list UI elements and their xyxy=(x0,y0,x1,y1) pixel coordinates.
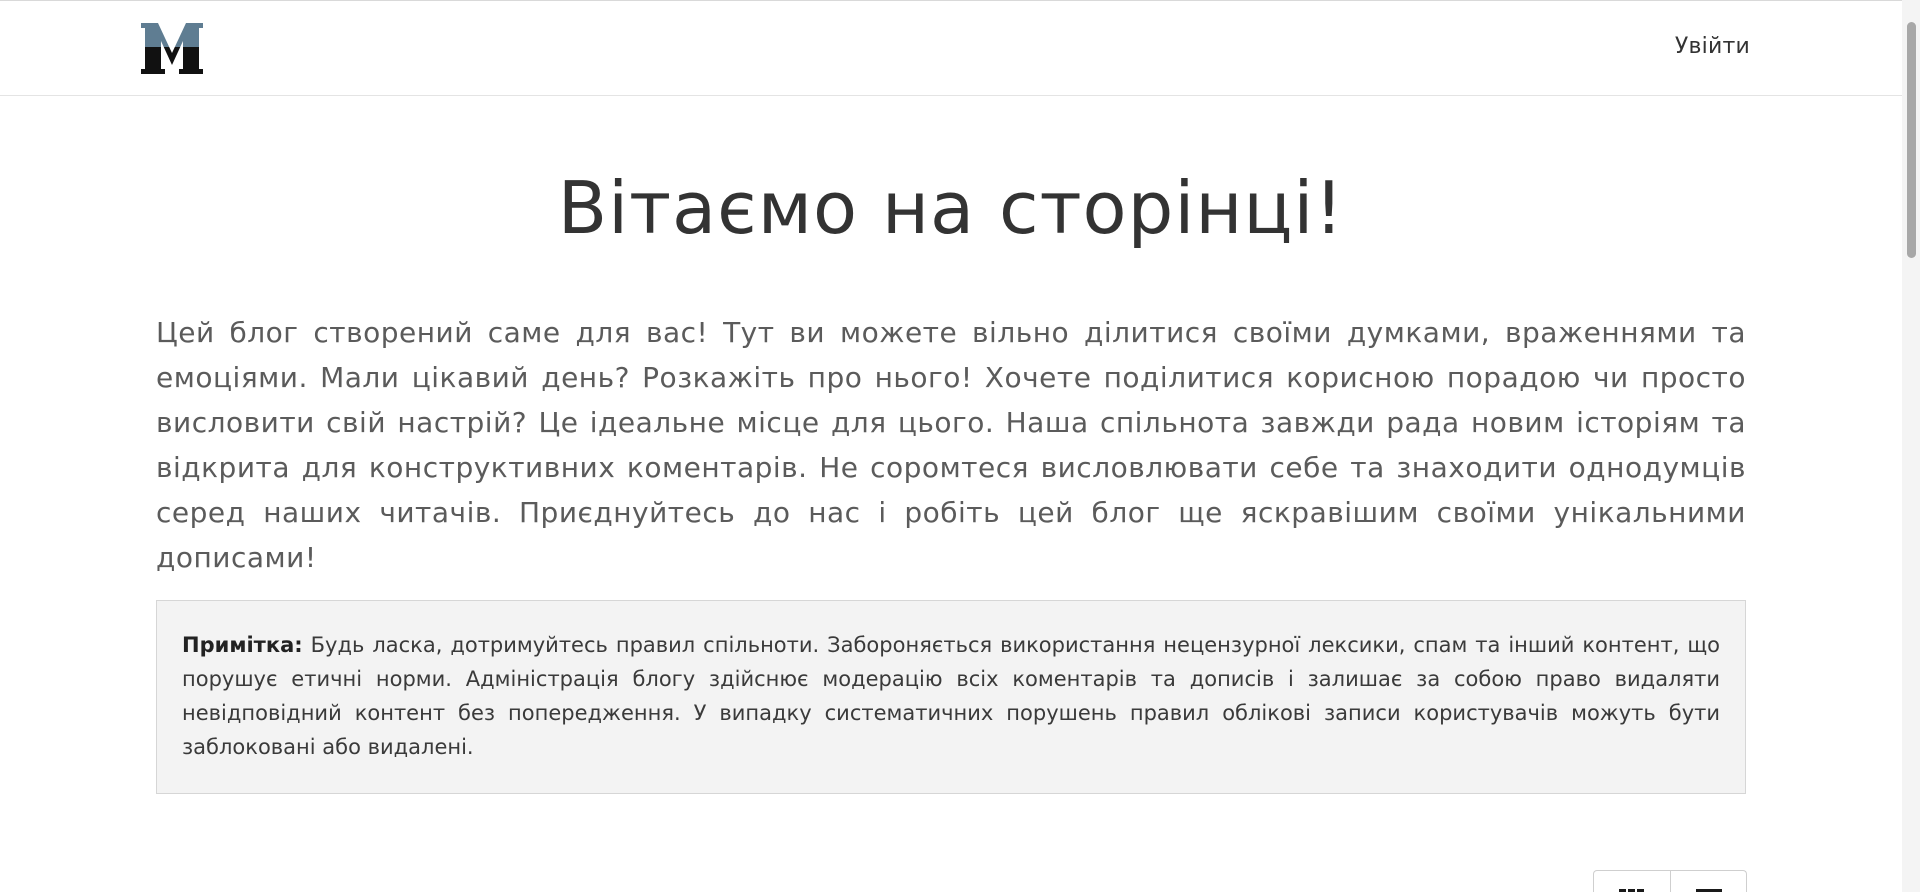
page-scrollbar[interactable] xyxy=(1902,0,1920,892)
logo-m-icon xyxy=(141,23,203,74)
login-link[interactable]: Увійти xyxy=(1675,34,1750,59)
note-label: Примітка: xyxy=(182,633,303,657)
scrollbar-thumb[interactable] xyxy=(1907,22,1916,258)
list-view-button[interactable] xyxy=(1670,871,1746,892)
list-icon xyxy=(1695,889,1722,892)
note-box: Примітка: Будь ласка, дотримуйтесь прави… xyxy=(156,600,1746,794)
site-logo[interactable] xyxy=(141,23,203,74)
note-text: Будь ласка, дотримуйтесь правил спільнот… xyxy=(182,633,1720,759)
page-title: Вітаємо на сторінці! xyxy=(557,166,1345,250)
navbar: Увійти xyxy=(0,1,1902,96)
intro-paragraph: Цей блог створений саме для вас! Тут ви … xyxy=(156,316,1746,574)
main-content: Вітаємо на сторінці! Цей блог створений … xyxy=(156,96,1746,794)
grid-icon xyxy=(1619,889,1644,892)
view-toggle xyxy=(1593,870,1747,892)
grid-view-button[interactable] xyxy=(1594,871,1670,892)
